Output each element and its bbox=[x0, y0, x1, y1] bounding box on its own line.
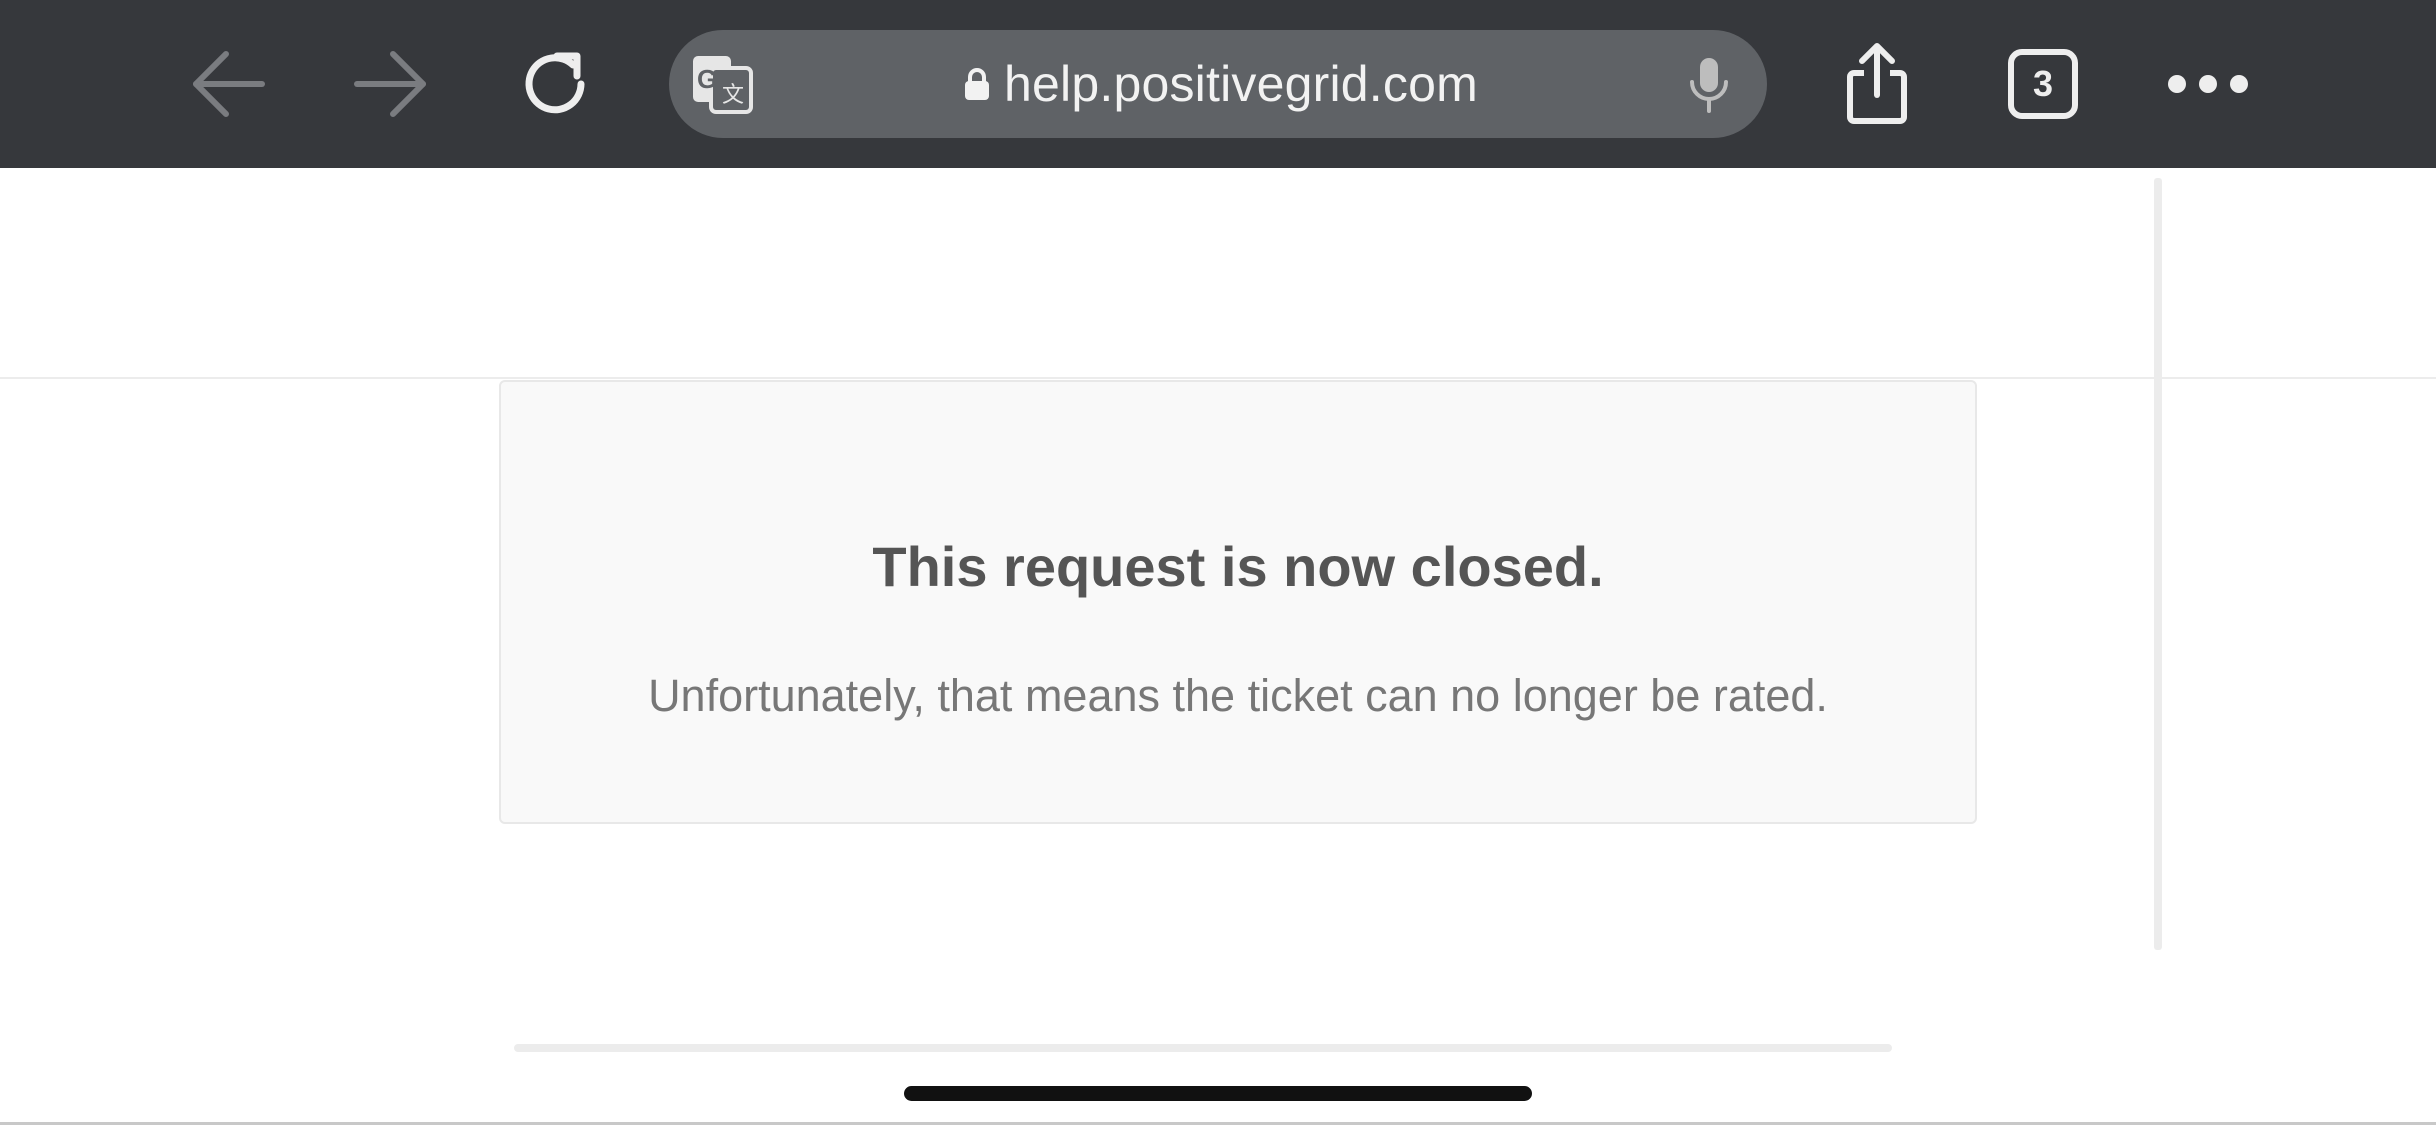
request-closed-card: This request is now closed. Unfortunatel… bbox=[499, 380, 1977, 824]
url-display[interactable]: help.positivegrid.com bbox=[669, 30, 1767, 138]
forward-button[interactable] bbox=[341, 34, 441, 134]
reload-button[interactable] bbox=[507, 34, 607, 134]
lock-icon bbox=[965, 68, 990, 100]
header-divider bbox=[0, 377, 2436, 379]
closed-message: Unfortunately, that means the ticket can… bbox=[648, 670, 1828, 721]
home-indicator[interactable] bbox=[904, 1086, 1532, 1101]
share-button[interactable] bbox=[1827, 34, 1927, 134]
back-button[interactable] bbox=[178, 34, 278, 134]
more-dot bbox=[2168, 75, 2186, 93]
arrow-left-icon bbox=[193, 51, 265, 117]
address-bar[interactable]: G 文 help.positivegrid.com bbox=[669, 30, 1767, 138]
vertical-scrollbar[interactable] bbox=[2154, 178, 2162, 950]
tabs-button[interactable]: 3 bbox=[2008, 49, 2078, 119]
reload-icon bbox=[525, 52, 585, 114]
arrow-right-icon bbox=[354, 51, 426, 117]
microphone-icon[interactable] bbox=[1687, 56, 1731, 114]
horizontal-scrollbar[interactable] bbox=[514, 1044, 1892, 1052]
share-icon bbox=[1847, 43, 1907, 124]
url-text: help.positivegrid.com bbox=[1004, 56, 1478, 112]
more-icon[interactable] bbox=[2168, 60, 2248, 108]
more-dot bbox=[2199, 75, 2217, 93]
browser-toolbar: G 文 help.positivegrid.com 3 bbox=[0, 0, 2436, 168]
more-dot bbox=[2230, 75, 2248, 93]
page-title: This request is now closed. bbox=[872, 535, 1604, 598]
